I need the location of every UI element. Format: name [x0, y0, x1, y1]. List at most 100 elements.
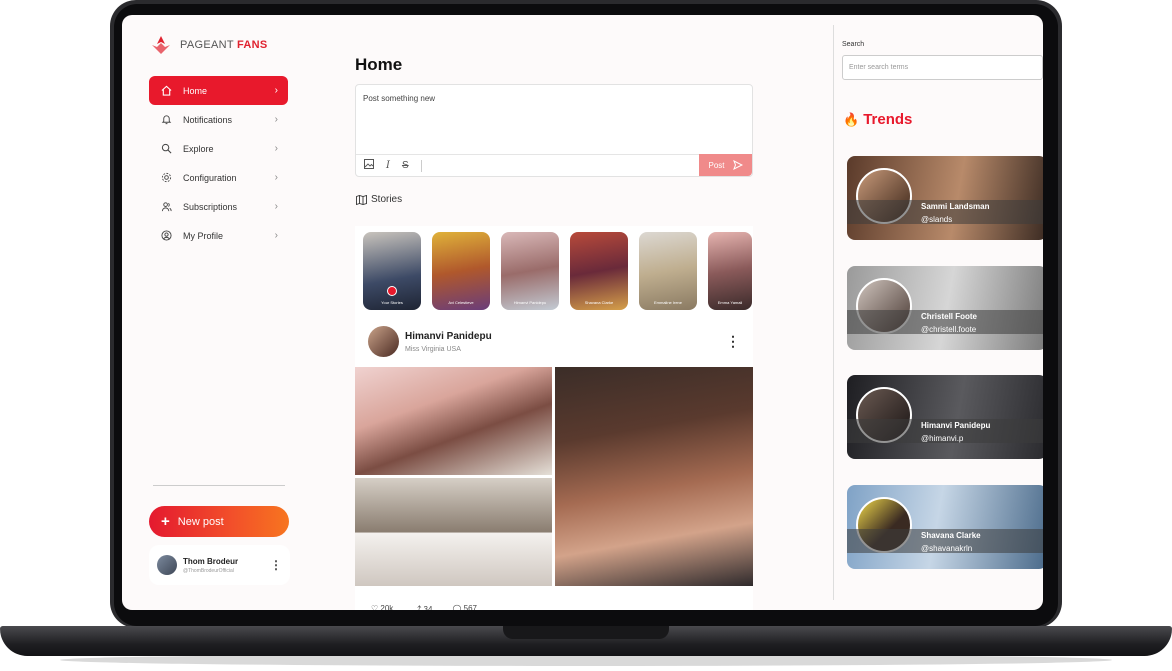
search-icon [159, 142, 173, 156]
post-more-options-icon[interactable]: ⋮ [726, 333, 740, 350]
image-icon[interactable] [364, 159, 374, 172]
post-composer[interactable]: Post something new I S Post [355, 84, 753, 177]
comment-count: 567 [463, 604, 477, 610]
sidebar-nav: Home › Notifications › Explore › Configu… [149, 76, 288, 250]
avatar[interactable] [368, 326, 399, 357]
crown-logo-icon [152, 36, 170, 54]
stories-heading: Stories [356, 194, 402, 205]
sidebar-item-label: Notifications [183, 114, 233, 125]
search-input[interactable]: Enter search terms [842, 55, 1043, 80]
send-icon [732, 160, 743, 170]
story-name: Your Stories [381, 300, 403, 305]
fire-icon: 🔥 [843, 111, 860, 127]
new-post-label: New post [177, 515, 224, 528]
sidebar-item-label: Explore [183, 143, 214, 154]
user-circle-icon [159, 229, 173, 243]
story-card[interactable]: Avi Celestieve [432, 232, 490, 310]
sidebar-item-label: My Profile [183, 230, 224, 241]
story-card[interactable]: Himanvi Panidepu [501, 232, 559, 310]
feed-panel: Your Stories Avi Celestieve Himanvi Pani… [355, 226, 753, 610]
story-name: Shavana Clarke [584, 300, 614, 305]
share-count: 34 [423, 605, 433, 610]
strikethrough-icon[interactable]: S [402, 160, 409, 171]
post-author-info: Himanvi Panidepu Miss Virginia USA [405, 331, 720, 353]
user-name: Thom Brodeur [183, 556, 239, 566]
story-name: Avi Celestieve [448, 300, 474, 305]
trends-heading: 🔥 Trends [843, 111, 912, 128]
share-button[interactable]: ⤴ 34 [413, 604, 432, 610]
post-actions: ♡ 20k ⤴ 34 ◯ 567 [371, 604, 477, 610]
brand-logo[interactable]: PAGEANT FANS [150, 35, 268, 55]
user-handle: @ThomBrodeurOfficial [183, 567, 234, 574]
trend-name: Himanvi Panidepu [921, 421, 991, 430]
composer-input[interactable]: Post something new [363, 94, 435, 103]
avatar [157, 555, 177, 575]
post-author-name[interactable]: Himanvi Panidepu [405, 331, 720, 342]
sidebar-item-label: Subscriptions [183, 201, 238, 212]
story-card[interactable]: Shavana Clarke [570, 232, 628, 310]
column-divider [833, 25, 834, 600]
brand-name: PAGEANT FANS [180, 39, 268, 51]
post-photo-grid [355, 367, 753, 586]
story-name: Emmaline Irene [653, 300, 682, 305]
chevron-right-icon: › [274, 172, 278, 183]
sidebar-item-configuration[interactable]: Configuration › [149, 163, 288, 192]
toolbar-separator [420, 159, 422, 172]
chevron-right-icon: › [274, 85, 278, 96]
post-photo[interactable] [355, 367, 552, 475]
sidebar-item-label: Configuration [183, 172, 237, 183]
sidebar-item-my-profile[interactable]: My Profile › [149, 221, 288, 250]
trend-name: Christell Foote [921, 312, 978, 321]
italic-icon[interactable]: I [386, 160, 390, 171]
trend-handle: @shavanakrln [921, 544, 973, 553]
app-screen: PAGEANT FANS Home › Notifications › Expl… [122, 15, 1043, 610]
comment-button[interactable]: ◯ 567 [452, 604, 477, 610]
sidebar-item-subscriptions[interactable]: Subscriptions › [149, 192, 288, 221]
trend-name: Sammi Landsman [921, 202, 990, 211]
chevron-right-icon: › [274, 201, 278, 212]
trend-card[interactable]: Himanvi Panidepu @himanvi.p [847, 375, 1043, 459]
sidebar-divider [153, 485, 285, 486]
bell-icon [159, 113, 173, 127]
new-post-button[interactable]: + New post [149, 506, 289, 537]
more-options-icon[interactable]: ⋮ [270, 558, 282, 572]
post-photo[interactable] [555, 367, 753, 586]
trend-card[interactable]: Christell Foote @christell.foote [847, 266, 1043, 350]
trend-name: Shavana Clarke [921, 531, 981, 540]
laptop-notch [503, 626, 669, 639]
plus-icon: + [161, 513, 170, 530]
post-button[interactable]: Post [699, 154, 752, 176]
trend-card[interactable]: Sammi Landsman @slands [847, 156, 1043, 240]
page-title: Home [355, 55, 403, 74]
chevron-right-icon: › [274, 230, 278, 241]
post-photo[interactable] [355, 478, 552, 586]
sidebar-item-explore[interactable]: Explore › [149, 134, 288, 163]
trend-handle: @christell.foote [921, 325, 977, 334]
story-card[interactable]: Your Stories [363, 232, 421, 310]
sidebar-item-notifications[interactable]: Notifications › [149, 105, 288, 134]
user-info: Thom Brodeur @ThomBrodeurOfficial [183, 557, 264, 574]
like-button[interactable]: ♡ 20k [371, 604, 393, 610]
composer-toolbar: I S [356, 154, 752, 176]
trend-card[interactable]: Shavana Clarke @shavanakrln [847, 485, 1043, 569]
trend-handle: @slands [921, 215, 953, 224]
story-name: Himanvi Panidepu [513, 300, 547, 305]
laptop-mockup: PAGEANT FANS Home › Notifications › Expl… [0, 0, 1172, 671]
home-icon [159, 84, 173, 98]
add-story-icon[interactable] [387, 286, 397, 296]
current-user-card[interactable]: Thom Brodeur @ThomBrodeurOfficial ⋮ [149, 545, 290, 585]
trends-label: Trends [863, 111, 913, 128]
post-button-label: Post [708, 160, 725, 170]
story-card[interactable]: Emmaline Irene [639, 232, 697, 310]
stories-label: Stories [371, 194, 403, 205]
users-icon [159, 200, 173, 214]
stories-row: Your Stories Avi Celestieve Himanvi Pani… [363, 232, 752, 312]
sidebar-item-home[interactable]: Home › [149, 76, 288, 105]
story-card[interactable]: Emma Yamali [708, 232, 752, 310]
search-label: Search [842, 41, 865, 48]
story-name: Emma Yamali [717, 300, 743, 305]
map-icon [356, 194, 367, 205]
like-count: 20k [380, 604, 394, 610]
trend-handle: @himanvi.p [921, 434, 964, 443]
sidebar-item-label: Home [183, 85, 208, 96]
